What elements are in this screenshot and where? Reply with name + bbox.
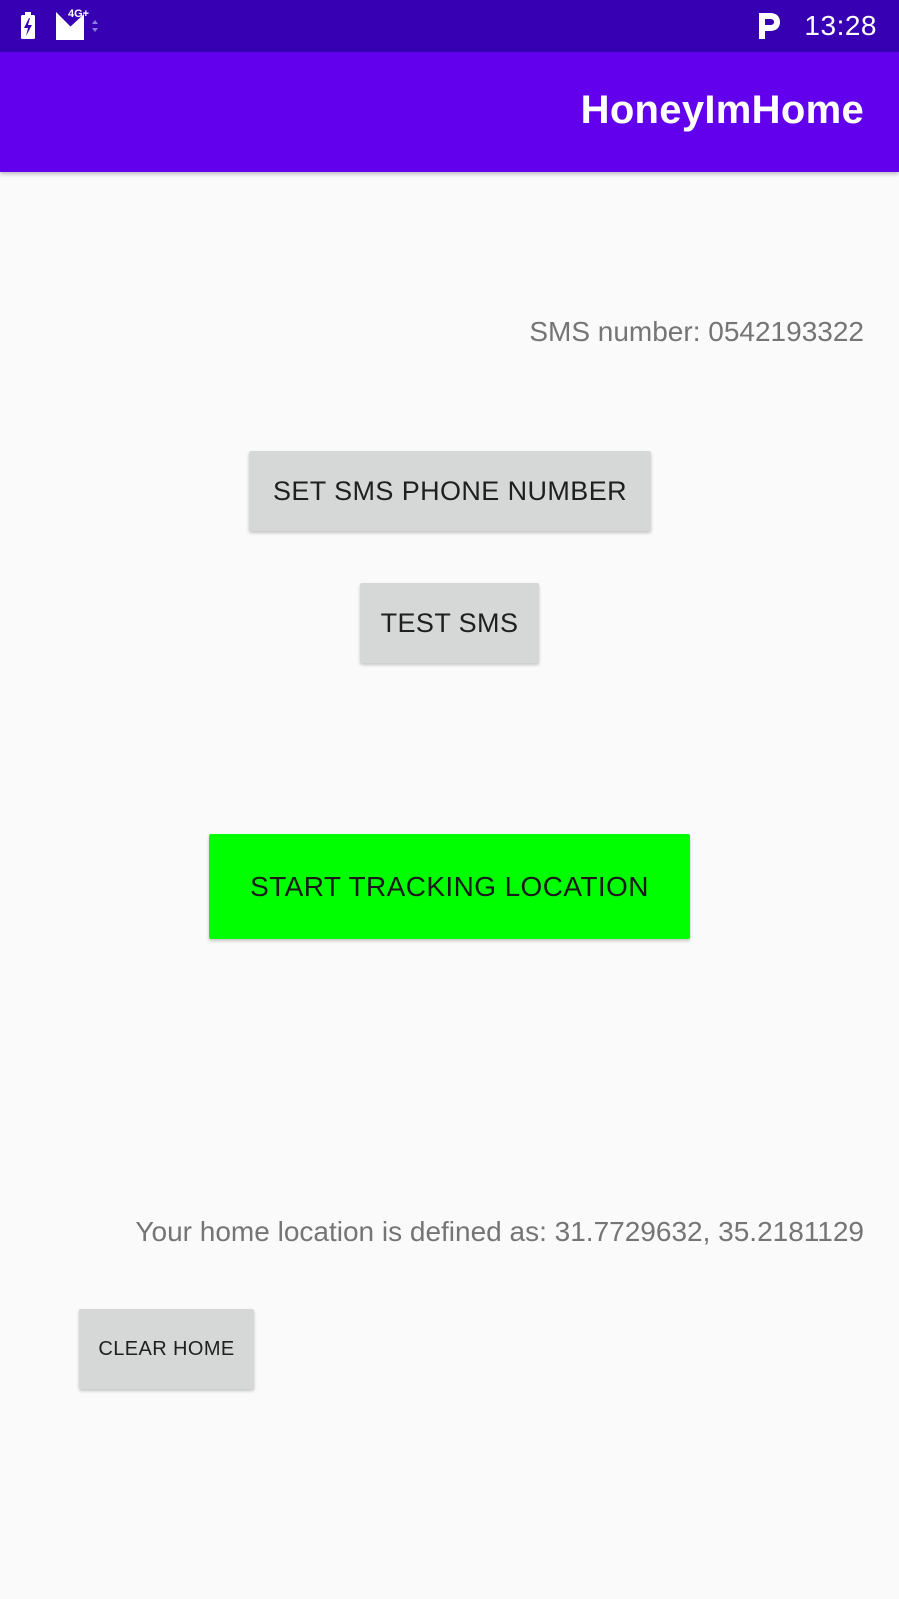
home-location-text: Your home location is defined as: 31.772… [135, 1216, 864, 1247]
screen: 4G+ 13:28 HoneyImHome SMS number: 054219… [0, 0, 899, 1599]
sms-number-text: SMS number: 0542193322 [529, 316, 864, 347]
status-bar: 4G+ 13:28 [0, 0, 899, 52]
app-title: HoneyImHome [580, 88, 864, 132]
battery-charging-icon [20, 12, 36, 40]
parking-icon [756, 11, 782, 41]
set-sms-phone-number-button[interactable]: SET SMS PHONE NUMBER [249, 451, 651, 531]
status-left: 4G+ [20, 8, 104, 42]
start-tracking-location-button[interactable]: START TRACKING LOCATION [209, 834, 690, 939]
status-right: 13:28 [756, 8, 877, 44]
clear-home-button[interactable]: CLEAR HOME [79, 1309, 254, 1389]
network-type-label: 4G+ [68, 8, 90, 20]
app-bar: HoneyImHome [0, 52, 899, 172]
test-sms-button[interactable]: TEST SMS [360, 583, 539, 663]
status-clock: 13:28 [804, 10, 877, 41]
signal-icon: 4G+ [54, 8, 104, 42]
